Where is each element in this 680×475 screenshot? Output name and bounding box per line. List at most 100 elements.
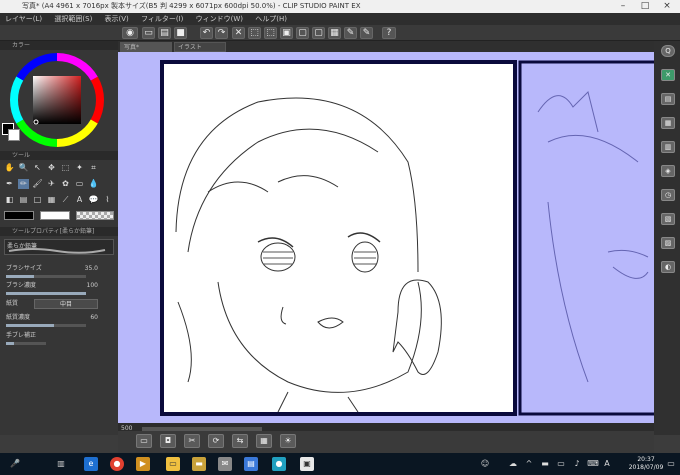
cloud-icon[interactable]: ☁	[506, 457, 520, 471]
fill-icon[interactable]: ◧	[4, 195, 15, 205]
deselect-icon[interactable]: ⬚	[264, 27, 277, 39]
select-icon[interactable]: ⬚	[60, 163, 71, 173]
maximize-button[interactable]: □	[634, 0, 656, 13]
history-icon[interactable]: ◷	[661, 189, 675, 201]
figure-icon[interactable]: □	[32, 195, 43, 205]
material-icon[interactable]: ▥	[661, 141, 675, 153]
brush-size-value[interactable]: 35.0	[80, 264, 98, 274]
people-icon[interactable]: ☺	[478, 457, 492, 471]
clip-studio-icon[interactable]: ◉	[122, 27, 138, 39]
minimize-button[interactable]: –	[612, 0, 634, 13]
clip-studio-taskbar-icon[interactable]: ▣	[300, 457, 314, 471]
move-layer-icon[interactable]: ✥	[46, 163, 57, 173]
menu-item-window[interactable]: ウィンドウ(W)	[196, 15, 243, 23]
page-manager-icon[interactable]: ▨	[661, 237, 675, 249]
close-panel-icon[interactable]: ✕	[661, 69, 675, 81]
color-bar-black[interactable]	[4, 211, 34, 220]
undo-icon[interactable]: ↶	[200, 27, 213, 39]
brush-density-value[interactable]: 100	[80, 281, 98, 291]
sub-color-swatch[interactable]	[8, 129, 20, 141]
media-icon[interactable]: ▶	[136, 457, 150, 471]
color-bar-transparent[interactable]	[76, 211, 114, 220]
pencil-tool-icon[interactable]: ✏	[18, 179, 29, 189]
search-icon[interactable]: Q	[661, 45, 675, 57]
text-icon[interactable]: A	[74, 195, 85, 205]
store-icon[interactable]: ▤	[244, 457, 258, 471]
scissors-icon[interactable]: ✂	[184, 434, 200, 448]
airbrush-icon[interactable]: ✈	[46, 179, 57, 189]
flip-icon[interactable]: ⇆	[232, 434, 248, 448]
paper-density-slider[interactable]	[6, 324, 86, 327]
decoration-icon[interactable]: ✿	[60, 179, 71, 189]
mail-icon[interactable]: ✉	[218, 457, 232, 471]
color-bar-white[interactable]	[40, 211, 70, 220]
clear-icon[interactable]: ✕	[232, 27, 245, 39]
keyboard-icon[interactable]: ⌨	[586, 457, 600, 471]
auto-select-icon[interactable]: ✦	[74, 163, 85, 173]
bulb-icon[interactable]: ☀	[280, 434, 296, 448]
new-file-icon[interactable]: ▭	[142, 27, 155, 39]
properties-icon[interactable]: ▧	[661, 213, 675, 225]
paper-texture-select[interactable]: 中目	[34, 299, 98, 309]
camera-icon[interactable]: ◘	[160, 434, 176, 448]
operation-icon[interactable]: ↖	[32, 163, 43, 173]
volume-icon[interactable]: ♪	[570, 457, 584, 471]
pen-tool-icon[interactable]: ✒	[4, 179, 15, 189]
rotate-icon[interactable]: ⟳	[208, 434, 224, 448]
pen-icon[interactable]: ✎	[344, 27, 357, 39]
grid-icon[interactable]: ▦	[328, 27, 341, 39]
help-icon[interactable]: ?	[382, 27, 396, 39]
ruler-icon[interactable]: ⟋	[60, 195, 71, 205]
hand-icon[interactable]: ✋	[4, 163, 15, 173]
explorer-icon[interactable]: ▭	[166, 457, 180, 471]
save-icon[interactable]: ■	[174, 27, 187, 39]
menu-item-view[interactable]: 表示(V)	[105, 15, 129, 23]
menu-item-filter[interactable]: フィルター(I)	[141, 15, 183, 23]
app-icon[interactable]: ●	[272, 457, 286, 471]
canvas-area[interactable]	[118, 52, 654, 423]
invert-selection-icon[interactable]: ▣	[280, 27, 293, 39]
layer-icon[interactable]: ▤	[661, 93, 675, 105]
snap-icon[interactable]: ✎	[360, 27, 373, 39]
menu-item-selection[interactable]: 選択範囲(S)	[54, 15, 92, 23]
brush-icon[interactable]: 🖌	[32, 179, 43, 189]
edge-icon[interactable]: e	[84, 457, 98, 471]
gradient-icon[interactable]: ▤	[18, 195, 29, 205]
balloon-icon[interactable]: 💬	[88, 195, 99, 205]
zoom-icon[interactable]: 🔍	[18, 163, 29, 173]
paper-density-value[interactable]: 60	[80, 313, 98, 323]
shrink-selection-icon[interactable]: ▢	[312, 27, 325, 39]
task-view-icon[interactable]: ▥	[54, 457, 68, 471]
eyedropper-icon[interactable]: ⌗	[88, 163, 99, 173]
tab-illustration[interactable]: イラスト	[174, 42, 226, 52]
frame-icon[interactable]: ▦	[46, 195, 57, 205]
battery-icon[interactable]: ▭	[554, 457, 568, 471]
palette-icon[interactable]: ◈	[661, 165, 675, 177]
stabilization-slider[interactable]	[6, 342, 46, 345]
open-file-icon[interactable]: ▤	[158, 27, 171, 39]
color-wheel[interactable]	[8, 51, 106, 149]
redo-icon[interactable]: ↷	[215, 27, 228, 39]
navigator-icon[interactable]: ▦	[661, 117, 675, 129]
close-button[interactable]: ×	[656, 0, 678, 13]
expand-selection-icon[interactable]: ▢	[296, 27, 309, 39]
eraser-icon[interactable]: ▭	[74, 179, 85, 189]
brush-size-slider[interactable]	[6, 275, 86, 278]
tab-photo[interactable]: 写真*	[120, 42, 172, 52]
subtool-preview[interactable]: 柔らか鉛筆	[4, 239, 114, 255]
menu-item-layer[interactable]: レイヤー(L)	[5, 15, 42, 23]
correct-line-icon[interactable]: ⌇	[102, 195, 113, 205]
folder-icon[interactable]: ▬	[192, 457, 206, 471]
microphone-icon[interactable]: 🎤	[8, 457, 22, 471]
blend-icon[interactable]: 💧	[88, 179, 99, 189]
brush-density-slider[interactable]	[6, 292, 86, 295]
chrome-icon[interactable]: ●	[110, 457, 124, 471]
screen-icon[interactable]: ▭	[136, 434, 152, 448]
transform-icon[interactable]: ⬚	[248, 27, 261, 39]
ime-indicator[interactable]: A	[600, 457, 614, 471]
menu-item-help[interactable]: ヘルプ(H)	[255, 15, 287, 23]
chevron-up-icon[interactable]: ^	[522, 457, 536, 471]
network-icon[interactable]: ▬	[538, 457, 552, 471]
grid-toggle-icon[interactable]: ▦	[256, 434, 272, 448]
notification-icon[interactable]: ▭	[664, 457, 678, 471]
